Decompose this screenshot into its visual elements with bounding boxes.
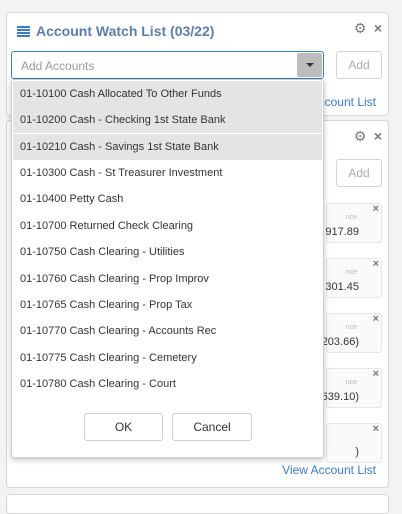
gear-icon[interactable]: ⚙ — [354, 21, 368, 35]
add-accounts-input[interactable] — [19, 57, 293, 75]
dropdown-toggle-button[interactable] — [297, 53, 322, 77]
account-option[interactable]: 01-10780 Cash Clearing - Court — [13, 371, 322, 397]
ok-button[interactable]: OK — [84, 413, 163, 441]
panel-tools-2: ⚙ × — [354, 129, 382, 143]
watch-row: nce ,639.10) × — [319, 368, 382, 408]
row-value: 301.45 — [325, 281, 359, 293]
row-value: ) — [355, 446, 359, 458]
row-value: ,639.10) — [318, 391, 359, 403]
account-option[interactable]: 01-10700 Returned Check Clearing — [13, 213, 322, 239]
panel-title: Account Watch List (03/22) — [17, 23, 214, 39]
panel-tools: ⚙ × — [354, 21, 382, 35]
row-value: 917.89 — [325, 226, 359, 238]
close-icon[interactable]: × — [374, 129, 382, 143]
account-option[interactable]: 01-10750 Cash Clearing - Utilities — [13, 239, 322, 265]
account-option[interactable]: 01-10210 Cash - Savings 1st State Bank — [13, 134, 322, 160]
add-accounts-combobox[interactable] — [11, 51, 324, 79]
account-option[interactable]: 01-10770 Cash Clearing - Accounts Rec — [13, 318, 322, 344]
close-icon[interactable]: × — [374, 21, 382, 35]
account-option[interactable]: 01-10200 Cash - Checking 1st State Bank — [13, 107, 322, 133]
watch-row: nce 203.66) × — [322, 313, 382, 353]
account-option[interactable]: 01-10765 Cash Clearing - Prop Tax — [13, 292, 322, 318]
account-option[interactable]: 01-10100 Cash Allocated To Other Funds — [13, 81, 322, 107]
gear-icon[interactable]: ⚙ — [354, 129, 368, 143]
watch-row: nce 917.89 × — [325, 203, 382, 243]
account-option[interactable]: 01-10775 Cash Clearing - Cemetery — [13, 345, 322, 371]
view-account-list-link-2[interactable]: View Account List — [282, 463, 376, 477]
account-option[interactable]: 01-10400 Petty Cash — [13, 186, 322, 212]
account-option[interactable]: 01-10760 Cash Clearing - Prop Improv — [13, 266, 322, 292]
watch-row: nce 301.45 × — [325, 258, 382, 298]
row-label: nce — [345, 324, 357, 331]
next-panel — [6, 494, 389, 514]
row-value: 203.66) — [321, 336, 359, 348]
row-label: nce — [345, 214, 357, 221]
cancel-button[interactable]: Cancel — [172, 413, 252, 441]
list-icon — [17, 25, 30, 37]
close-icon[interactable]: × — [373, 313, 379, 325]
watch-row: ) × — [326, 423, 382, 463]
close-icon[interactable]: × — [373, 203, 379, 215]
add-button-2[interactable]: Add — [336, 159, 382, 187]
row-label: nce — [345, 269, 357, 276]
add-button[interactable]: Add — [336, 51, 382, 79]
panel-title-text: Account Watch List (03/22) — [36, 23, 215, 39]
row-label: nce — [345, 379, 357, 386]
close-icon[interactable]: × — [373, 423, 379, 435]
close-icon[interactable]: × — [373, 368, 379, 380]
close-icon[interactable]: × — [373, 258, 379, 270]
accounts-dropdown: 01-10100 Cash Allocated To Other Funds 0… — [11, 79, 324, 458]
account-option[interactable]: 01-10300 Cash - St Treasurer Investment — [13, 160, 322, 186]
chevron-down-icon — [306, 63, 314, 67]
